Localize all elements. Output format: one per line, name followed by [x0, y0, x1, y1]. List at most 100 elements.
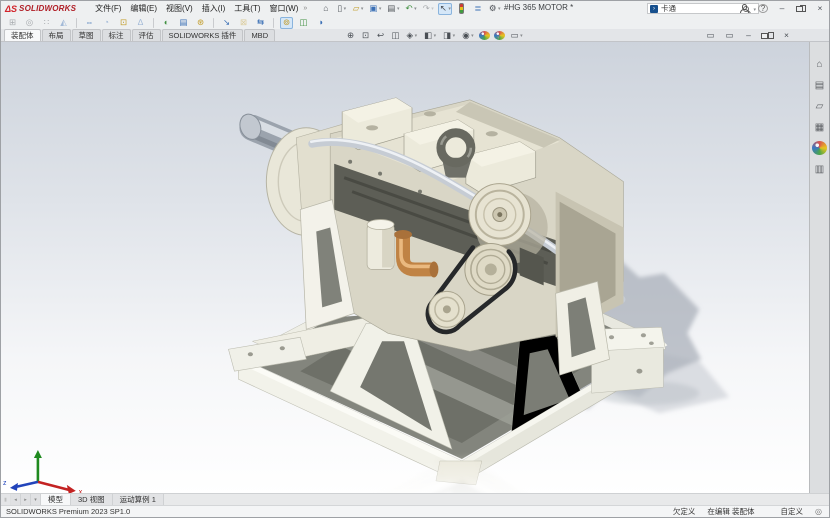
- tab-assembly[interactable]: 装配体: [4, 29, 41, 41]
- close-window-icon[interactable]: ×: [815, 3, 825, 15]
- doc-new-window-icon[interactable]: ▭: [704, 30, 717, 42]
- icon-glyph: ◂: [14, 497, 17, 503]
- separator[interactable]: [153, 18, 154, 28]
- icon-glyph: ◉: [462, 31, 469, 40]
- hole-alignment-icon[interactable]: ⊚: [280, 17, 293, 29]
- section-view-icon[interactable]: ◫: [390, 30, 401, 42]
- icon-glyph: ⊚: [283, 18, 290, 27]
- minimize-window-icon[interactable]: –: [777, 3, 787, 15]
- icon-glyph: ⇔: [85, 18, 94, 27]
- doc-tab-3d-views[interactable]: 3D 视图: [71, 494, 113, 505]
- performance-evaluation-icon[interactable]: ◑: [314, 17, 327, 29]
- customize-button[interactable]: 自定义: [781, 506, 804, 517]
- tab-evaluate[interactable]: 评估: [132, 29, 161, 41]
- icon-glyph: ◭: [60, 18, 67, 27]
- exploded-view-icon[interactable]: ⊛: [194, 17, 207, 29]
- zoom-fit-icon[interactable]: ⊕: [345, 30, 356, 42]
- separator[interactable]: [76, 18, 77, 28]
- display-style-icon[interactable]: ◨: [442, 30, 457, 42]
- new-motion-study-icon[interactable]: ◐: [160, 17, 173, 29]
- status-tag-icon[interactable]: ◎: [815, 507, 822, 516]
- tab-layout[interactable]: 布局: [42, 29, 71, 41]
- view-settings-icon[interactable]: ▭: [509, 30, 524, 42]
- show-hidden-components-icon[interactable]: ◔: [100, 17, 113, 29]
- view-orientation-icon[interactable]: ◧: [423, 30, 438, 42]
- status-underdefined: 欠定义: [673, 506, 696, 517]
- tab-sketch[interactable]: 草图: [72, 29, 101, 41]
- doc-tab-model[interactable]: 模型: [41, 494, 71, 505]
- save-icon[interactable]: ▣: [368, 3, 383, 15]
- window-controls: ?– ×: [739, 1, 825, 16]
- graphics-viewport[interactable]: x z ⌂▤▱▦▥: [1, 42, 829, 493]
- edit-appearance-icon[interactable]: [479, 31, 490, 40]
- linear-component-pattern-icon[interactable]: ∷: [40, 17, 53, 29]
- file-explorer-icon[interactable]: ▱: [812, 99, 827, 113]
- undo-icon[interactable]: ↶: [404, 3, 418, 15]
- explode-line-sketch-icon[interactable]: ↘: [220, 17, 233, 29]
- icon-glyph: ▤: [387, 4, 395, 13]
- new-document-icon[interactable]: ▯: [335, 3, 348, 15]
- pin-menu-icon[interactable]: »: [303, 5, 307, 12]
- print-icon[interactable]: ▤: [386, 3, 401, 15]
- previous-view-icon[interactable]: ↩: [375, 30, 386, 42]
- appearances-scenes-icon[interactable]: [812, 141, 827, 155]
- icon-glyph: ▤: [815, 80, 824, 91]
- doc-cascade-icon[interactable]: ▭: [723, 30, 736, 42]
- menu-tools[interactable]: 工具(T): [233, 3, 261, 14]
- icon-glyph: ↶: [405, 4, 412, 13]
- home-icon[interactable]: ⌂: [319, 3, 332, 15]
- select-icon[interactable]: ↖: [438, 3, 452, 15]
- open-icon[interactable]: ▱: [351, 3, 365, 15]
- apply-scene-icon[interactable]: [494, 31, 505, 40]
- reference-geometry-icon[interactable]: ∆: [134, 17, 147, 29]
- icon-glyph: ▱: [816, 101, 824, 112]
- restore-window-icon[interactable]: [796, 5, 806, 12]
- options-gear-icon[interactable]: ⚙: [487, 3, 502, 15]
- resources-home-icon[interactable]: ⌂: [812, 57, 827, 71]
- bill-of-materials-icon[interactable]: ▤: [177, 17, 190, 29]
- hide-show-items-icon[interactable]: ◉: [461, 30, 475, 42]
- assembly-visualization-icon[interactable]: ◫: [297, 17, 310, 29]
- login-icon[interactable]: [739, 4, 749, 13]
- tab-annotate[interactable]: 标注: [102, 29, 131, 41]
- status-editing-assembly: 在编辑 装配体: [707, 506, 754, 517]
- dynamic-annotation-icon[interactable]: ◈: [405, 30, 419, 42]
- icon-glyph: ⊞: [9, 18, 16, 27]
- menu-window[interactable]: 窗口(W): [269, 3, 300, 14]
- file-properties-icon[interactable]: ≣: [471, 3, 484, 15]
- menu-file[interactable]: 文件(F): [94, 3, 122, 14]
- rebuild-traffic-light-icon[interactable]: [455, 3, 468, 15]
- menu-view[interactable]: 视图(V): [165, 3, 194, 14]
- assembly-features-icon[interactable]: ⊡: [117, 17, 130, 29]
- doc-close-icon[interactable]: ×: [780, 30, 793, 42]
- doc-minimize-icon[interactable]: –: [742, 30, 755, 42]
- zoom-area-icon[interactable]: ⊡: [360, 30, 371, 42]
- scroll-tabs-left-icon[interactable]: ◂: [11, 494, 21, 505]
- tab-solidworks-addins[interactable]: SOLIDWORKS 插件: [162, 29, 244, 41]
- separator[interactable]: [273, 18, 274, 28]
- scroll-tabs-right-icon[interactable]: ▸: [21, 494, 31, 505]
- tab-list-icon[interactable]: ▾: [31, 494, 41, 505]
- smart-fasteners-icon[interactable]: ◭: [57, 17, 70, 29]
- interference-detection-icon[interactable]: ⊠: [237, 17, 250, 29]
- menu-insert[interactable]: 插入(I): [201, 3, 227, 14]
- doc-tab-motion-study[interactable]: 运动算例 1: [113, 494, 164, 505]
- mate-icon[interactable]: ◎: [23, 17, 36, 29]
- search-input[interactable]: 卡通: [661, 3, 740, 14]
- separator[interactable]: [213, 18, 214, 28]
- help-icon[interactable]: ?: [758, 4, 768, 13]
- redo-icon[interactable]: ↷: [421, 3, 435, 15]
- design-library-icon[interactable]: ▤: [812, 78, 827, 92]
- insert-components-icon[interactable]: ⊞: [6, 17, 19, 29]
- icon-glyph: ↖: [440, 4, 447, 13]
- menu-edit[interactable]: 编辑(E): [129, 3, 158, 14]
- move-component-icon[interactable]: ⇔: [83, 17, 96, 29]
- doc-restore-icon[interactable]: [761, 32, 774, 39]
- view-palette-icon[interactable]: ▦: [812, 120, 827, 134]
- custom-properties-icon[interactable]: ▥: [812, 162, 827, 176]
- icon-glyph: ↷: [423, 4, 430, 13]
- clearance-verification-icon[interactable]: ⇆: [254, 17, 267, 29]
- tab-mbd[interactable]: MBD: [244, 29, 275, 41]
- tab-splitter-icon[interactable]: ▮: [1, 494, 11, 505]
- product-version-label: SOLIDWORKS Premium 2023 SP1.0: [6, 507, 130, 516]
